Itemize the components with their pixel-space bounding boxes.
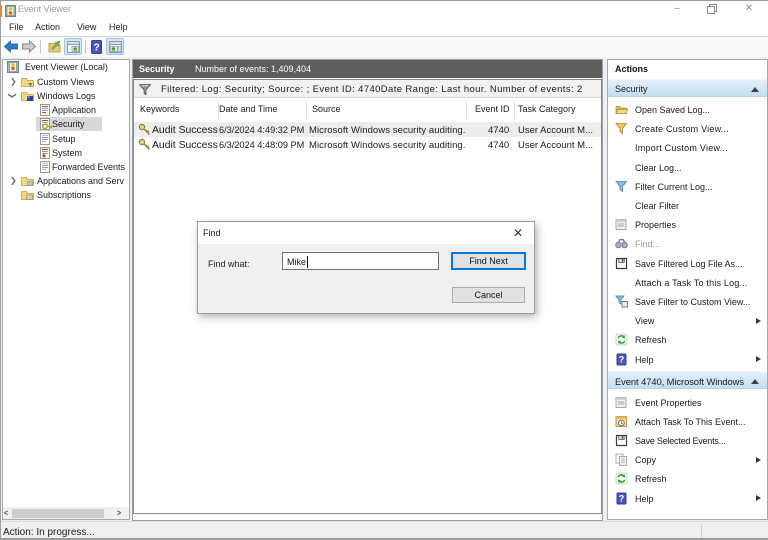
svg-text:?: ? [619, 493, 625, 503]
svg-text:?: ? [93, 43, 99, 54]
svg-text:?: ? [619, 354, 625, 364]
